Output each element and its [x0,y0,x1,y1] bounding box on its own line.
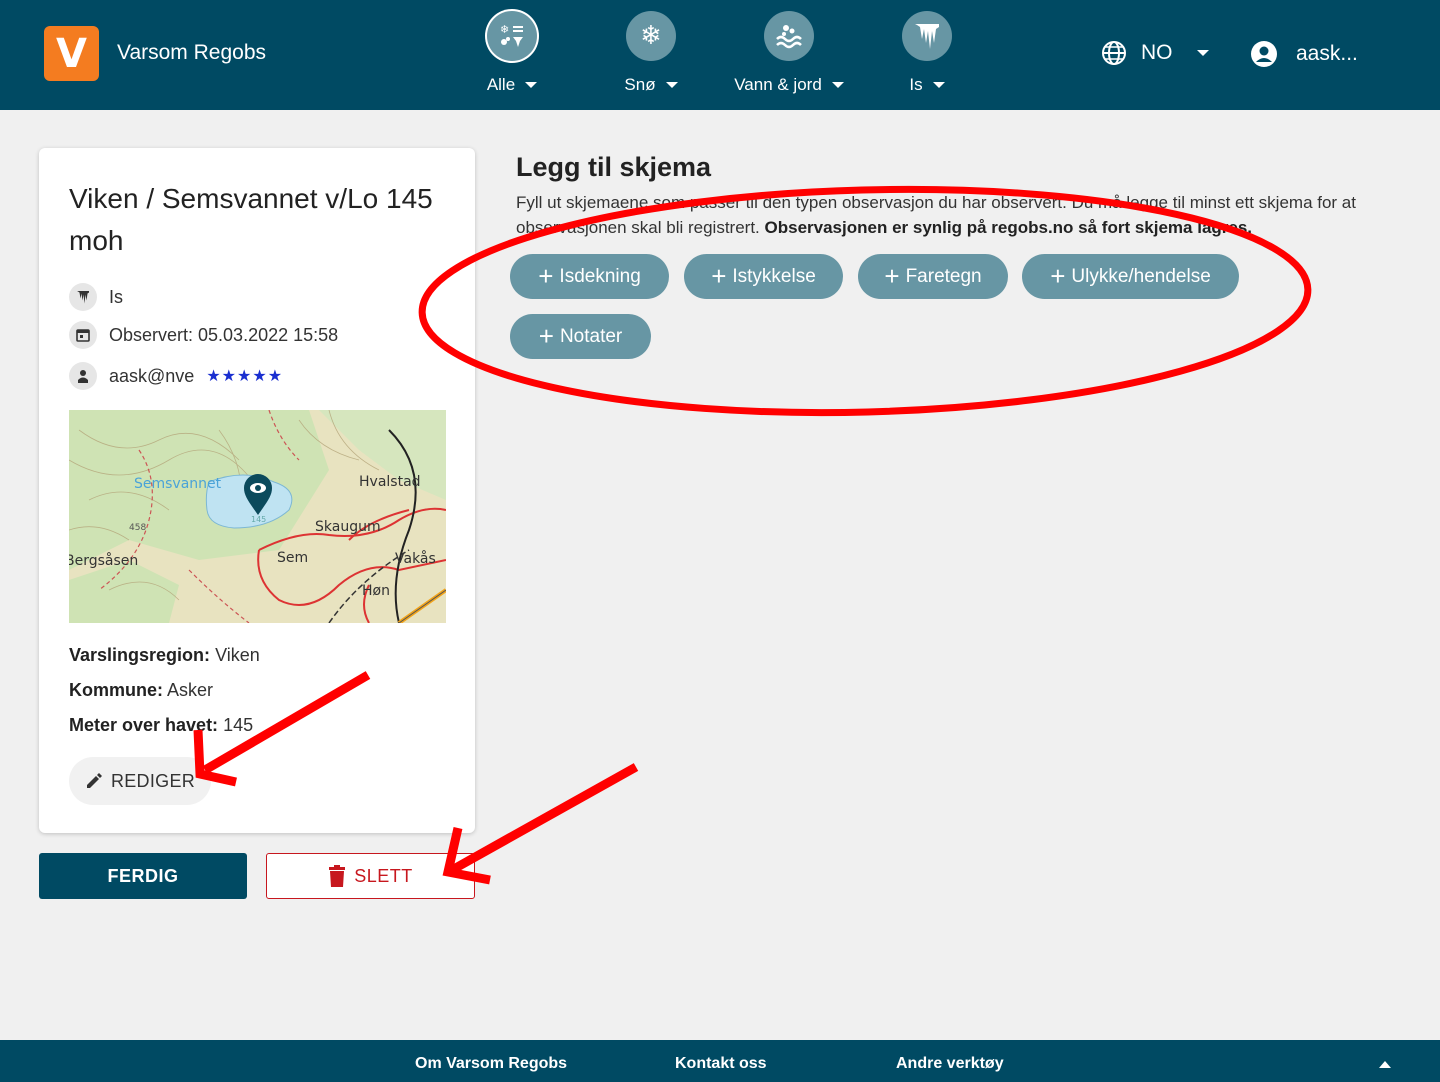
region-value: Viken [215,645,260,665]
user-name: aask... [1296,42,1358,65]
municipality-label: Kommune: [69,680,163,700]
done-button[interactable]: FERDIG [39,853,247,899]
nav-all[interactable]: ❄ Alle [442,11,582,95]
map-label-hvalstad: Hvalstad [359,474,421,490]
ice-icon [902,11,952,61]
plus-icon: + [1050,260,1066,291]
map-label-skaugum: Skaugum [315,519,381,535]
observer-row: aask@nve ★★★★★ [69,362,283,390]
plus-icon: + [538,320,554,351]
user-menu[interactable]: aask... [1250,40,1358,68]
altitude-row: Meter over havet: 145 [69,715,253,736]
add-ulykke-button[interactable]: + Ulykke/hendelse [1022,254,1239,299]
nav-all-label: Alle [486,75,516,94]
map-label-vakas: Vakås [395,550,436,567]
language-label: NO [1141,41,1173,64]
observer-name[interactable]: aask@nve [109,366,194,387]
footer-link-about[interactable]: Om Varsom Regobs [415,1055,567,1073]
nav-snow[interactable]: ❄ Snø [581,11,721,95]
footer-link-tools[interactable]: Andre verktøy [896,1055,1004,1073]
snowflake-icon: ❄ [626,11,676,61]
observed-time: Observert: 05.03.2022 15:58 [109,324,339,345]
schema-description: Fyll ut skjemaene som passer til den typ… [516,190,1406,240]
edit-label: REDIGER [110,770,196,791]
region-label: Varslingsregion: [69,645,211,665]
nav-water[interactable]: Vann & jord [719,11,859,95]
municipality-row: Kommune: Asker [69,680,213,701]
chevron-down-icon [932,82,945,88]
altitude-label: Meter over havet: [69,715,219,735]
delete-button[interactable]: SLETT [266,853,475,899]
observation-title: Viken / Semsvannet v/Lo 145 moh [69,183,433,256]
observation-type: Is [109,286,124,307]
chip-label: Istykkelse [732,265,816,287]
observation-card: Viken / Semsvannet v/Lo 145 moh Is Obser… [39,148,475,833]
map-label-elevation-458: 458 [129,523,146,533]
add-faretegn-button[interactable]: + Faretegn [858,254,1008,299]
varsom-logo[interactable]: V [44,26,99,81]
chevron-down-icon [665,82,678,88]
chip-label: Ulykke/hendelse [1071,265,1211,287]
chip-label: Notater [559,325,623,347]
chevron-up-icon[interactable] [1379,1061,1391,1068]
svg-text:❄: ❄ [500,23,509,36]
add-istykkelse-button[interactable]: + Istykkelse [684,254,843,299]
location-map[interactable]: Semsvannet Hvalstad Skaugum Sem Vakås Hø… [69,410,446,623]
add-isdekning-button[interactable]: + Isdekning [510,254,669,299]
top-bar: V Varsom Regobs ❄ Alle ❄ Snø Vann & jord [0,0,1440,110]
observation-type-row: Is [69,283,123,311]
chip-label: Isdekning [559,265,641,287]
person-icon [69,362,97,390]
nav-water-label: Vann & jord [734,75,822,94]
map-label-hon: Høn [362,583,390,599]
add-notater-button[interactable]: + Notater [510,314,651,359]
language-selector[interactable]: NO [1101,40,1209,66]
ice-icon [69,283,97,311]
plus-icon: + [884,260,900,291]
chevron-down-icon [831,82,844,88]
plus-icon: + [538,260,554,291]
map-label-sem: Sem [277,550,308,566]
pencil-icon [86,773,102,788]
nav-snow-label: Snø [624,75,656,94]
municipality-value: Asker [167,680,214,700]
chevron-down-icon [525,82,538,88]
nav-ice-label: Is [909,75,923,94]
chip-label: Faretegn [905,265,982,287]
altitude-value: 145 [223,715,254,735]
calendar-icon [69,321,97,349]
schema-description-bold: Observasjonen er synlig på regobs.no så … [764,218,1253,237]
schema-title: Legg til skjema [516,152,712,182]
chevron-down-icon [1196,50,1209,56]
annotation-arrow-delete [442,763,639,885]
map-label-semsvannet: Semsvannet [134,476,222,492]
water-icon [764,11,814,61]
trash-icon [329,865,346,887]
globe-icon [1102,41,1126,65]
all-observations-icon: ❄ [487,11,537,61]
region-row: Varslingsregion: Viken [69,645,260,666]
map-label-bergsasen: Bergsåsen [69,552,138,569]
account-icon [1251,41,1277,67]
nav-ice[interactable]: Is [857,11,997,95]
delete-label: SLETT [354,865,413,886]
plus-icon: + [711,260,727,291]
app-title[interactable]: Varsom Regobs [117,41,266,65]
map-label-elevation-145: 145 [251,515,266,524]
observed-row: Observert: 05.03.2022 15:58 [69,321,338,349]
edit-button[interactable]: REDIGER [69,757,211,805]
logo-letter: V [56,30,87,77]
footer-link-contact[interactable]: Kontakt oss [675,1055,767,1073]
observer-rating-stars: ★★★★★ [206,368,284,385]
